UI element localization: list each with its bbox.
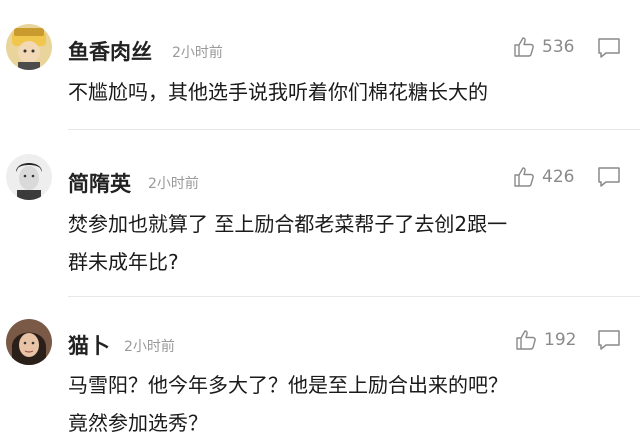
comment-text: 焚参加也就算了 至上励合都老菜帮子了去创2跟一 群未成年比? [68,205,628,281]
like-button[interactable]: 192 [514,325,576,355]
timestamp: 2小时前 [124,339,175,355]
timestamp: 2小时前 [172,45,223,61]
thumbs-up-icon [514,167,534,187]
comment-bubble-icon[interactable] [596,328,622,352]
comment-item: 简隋英 2小时前 426 焚参加也就算了 至上励合都老菜帮子了去创2跟一 群未成… [0,130,640,297]
like-button[interactable]: 536 [512,32,574,62]
like-count: 426 [542,167,575,187]
username[interactable]: 鱼香肉丝 [68,36,152,66]
username[interactable]: 简隋英 [68,168,131,198]
thumbs-up-icon [514,37,534,57]
thumbs-up-icon [516,330,536,350]
username[interactable]: 猫卜 [68,330,110,360]
comment-line: 焚参加也就算了 至上励合都老菜帮子了去创2跟一 [68,212,508,236]
avatar[interactable] [6,24,52,70]
avatar[interactable] [6,154,52,200]
comment-bubble-icon[interactable] [596,165,622,189]
comment-bubble-icon[interactable] [596,36,622,60]
like-count: 536 [542,37,575,57]
like-button[interactable]: 426 [512,162,574,192]
comment-text: 马雪阳？他今年多大了？他是至上励合出来的吧？ 竟然参加选秀？ [68,366,628,442]
comment-line: 马雪阳？他今年多大了？他是至上励合出来的吧？ [68,373,508,397]
comment-text: 不尴尬吗，其他选手说我听着你们棉花糖长大的 [68,73,628,111]
like-count: 192 [544,330,577,350]
avatar[interactable] [6,319,52,365]
comment-line: 群未成年比? [68,250,179,274]
timestamp: 2小时前 [148,176,199,192]
comment-line: 竟然参加选秀？ [68,411,208,435]
comment-line: 不尴尬吗，其他选手说我听着你们棉花糖长大的 [68,80,488,104]
comment-item: 鱼香肉丝 2小时前 536 不尴尬吗，其他选手说我听着你们棉花糖长大的 [0,0,640,130]
comment-item: 猫卜 2小时前 192 马雪阳？他今年多大了？他是至上励合出来的吧？ 竟然参加选… [0,297,640,435]
